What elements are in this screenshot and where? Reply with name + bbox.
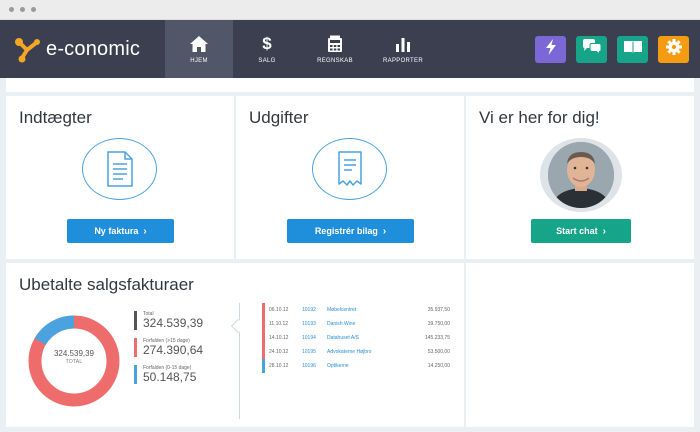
support-panel: Vi er her for dig! Start chat › (466, 96, 694, 259)
invoice-amount: 145.233,75 (424, 335, 450, 341)
support-avatar (540, 138, 622, 212)
help-book-button[interactable] (617, 36, 648, 63)
invoice-customer-link[interactable]: Datahuset A/S (327, 335, 359, 341)
invoice-amount: 39.750,00 (427, 321, 450, 327)
gear-icon (665, 39, 682, 60)
dollar-icon: $ (262, 33, 272, 53)
invoice-date: 11.10.12 (269, 321, 289, 327)
invoice-number-link[interactable]: 10195 (302, 349, 316, 355)
calculator-icon (325, 35, 345, 53)
nav-item-label: REGNSKAB (317, 57, 353, 64)
logo-mark-icon (12, 34, 42, 64)
legend-value: 324.539,39 (143, 316, 204, 330)
nav-item-rapporter[interactable]: RAPPORTER (369, 20, 437, 78)
invoice-number-link[interactable]: 10192 (302, 307, 316, 313)
invoice-list: 06.10.12 10192 Møbelcentret 35.937,50 11… (262, 303, 452, 373)
income-panel: Indtægter Ny faktura › (6, 96, 234, 259)
unpaid-invoices-panel: Ubetalte salgsfakturaer 324.539,39 TOTAL… (6, 263, 464, 427)
invoice-customer-link[interactable]: Møbelcentret (327, 307, 356, 313)
lightning-icon (544, 39, 558, 60)
panel-title: Indtægter (19, 108, 92, 127)
nav-item-label: SALG (258, 57, 276, 64)
expenses-panel: Udgifter Registrér bilag › (236, 96, 464, 259)
invoice-date: 06.10.12 (269, 307, 289, 313)
chat-button[interactable] (576, 36, 607, 63)
nav-item-hjem[interactable]: HJEM (165, 20, 233, 78)
chevron-right-icon: › (602, 225, 606, 237)
invoice-amount: 53.500,00 (427, 349, 450, 355)
window-dot-icon[interactable] (20, 7, 25, 12)
legend-overdue-0-15: Forfalden (0-15 dage) 50.148,75 (134, 365, 196, 384)
chat-icon (582, 39, 602, 60)
legend-total: Total 324.539,39 (134, 311, 203, 330)
settings-button[interactable] (658, 36, 689, 63)
donut-segment-due (34, 315, 75, 346)
start-chat-button[interactable]: Start chat › (531, 219, 631, 243)
document-icon (82, 138, 157, 200)
header-toolbar (535, 36, 699, 63)
section-divider-pointer (230, 318, 246, 334)
panel-title: Vi er her for dig! (479, 108, 600, 127)
panel-title: Ubetalte salgsfakturaer (19, 275, 194, 294)
invoice-customer-link[interactable]: Danish Wine (327, 321, 355, 327)
invoice-row[interactable]: 24.10.12 10195 Advokaterne Højbro 53.500… (262, 345, 452, 359)
window-dot-icon[interactable] (31, 7, 36, 12)
window-titlebar (0, 0, 700, 20)
invoice-row[interactable]: 14.10.12 10194 Datahuset A/S 145.233,75 (262, 331, 452, 345)
quick-actions-button[interactable] (535, 36, 566, 63)
invoice-row[interactable]: 11.10.12 10193 Danish Wine 39.750,00 (262, 317, 452, 331)
button-label: Ny faktura (94, 226, 139, 236)
nav-item-label: RAPPORTER (383, 57, 423, 64)
avatar (548, 142, 614, 208)
dashboard-top-strip (6, 78, 694, 92)
app-header: e-conomic HJEM $ SALG REGNSKAB RAPPORTER (0, 20, 700, 78)
invoice-number-link[interactable]: 10194 (302, 335, 316, 341)
book-icon (623, 40, 643, 59)
invoice-customer-link[interactable]: Optikerne (327, 363, 349, 369)
dashboard: Indtægter Ny faktura › Udgifter Registré… (0, 78, 700, 432)
window-dot-icon[interactable] (9, 7, 14, 12)
nav-item-regnskab[interactable]: REGNSKAB (301, 20, 369, 78)
invoice-date: 28.10.12 (269, 363, 289, 369)
chevron-right-icon: › (382, 225, 387, 237)
empty-panel (466, 263, 694, 427)
legend-value: 274.390,64 (143, 343, 204, 357)
invoice-date: 24.10.12 (269, 349, 289, 355)
chevron-right-icon: › (143, 225, 147, 237)
invoice-row[interactable]: 06.10.12 10192 Møbelcentret 35.937,50 (262, 303, 452, 317)
button-label: Registrér bilag (314, 226, 378, 236)
brand-logo[interactable]: e-conomic (12, 34, 140, 64)
legend-value: 50.148,75 (143, 370, 197, 384)
bar-chart-icon (393, 35, 413, 53)
nav-item-salg[interactable]: $ SALG (233, 20, 301, 78)
invoice-customer-link[interactable]: Advokaterne Højbro (327, 349, 371, 355)
legend-overdue-15: Forfalden (>15 dage) 274.390,64 (134, 338, 203, 357)
donut-total-value: 324.539,39 (53, 349, 95, 358)
home-icon (189, 35, 209, 53)
panel-title: Udgifter (249, 108, 309, 127)
invoice-amount: 14.250,00 (427, 363, 450, 369)
invoice-number-link[interactable]: 10196 (302, 363, 316, 369)
donut-total-label: TOTAL (65, 359, 83, 365)
invoice-amount: 35.937,50 (427, 307, 450, 313)
new-invoice-button[interactable]: Ny faktura › (67, 219, 174, 243)
register-voucher-button[interactable]: Registrér bilag › (287, 219, 414, 243)
app-window: e-conomic HJEM $ SALG REGNSKAB RAPPORTER… (0, 0, 700, 432)
invoice-number-link[interactable]: 10193 (302, 321, 316, 327)
brand-name: e-conomic (46, 37, 141, 60)
invoice-date: 14.10.12 (269, 335, 289, 341)
invoice-row[interactable]: 28.10.12 10196 Optikerne 14.250,00 (262, 359, 452, 373)
nav-item-label: HJEM (190, 57, 208, 64)
button-label: Start chat (556, 226, 598, 236)
receipt-icon (312, 138, 387, 200)
main-nav: HJEM $ SALG REGNSKAB RAPPORTER (165, 20, 437, 78)
